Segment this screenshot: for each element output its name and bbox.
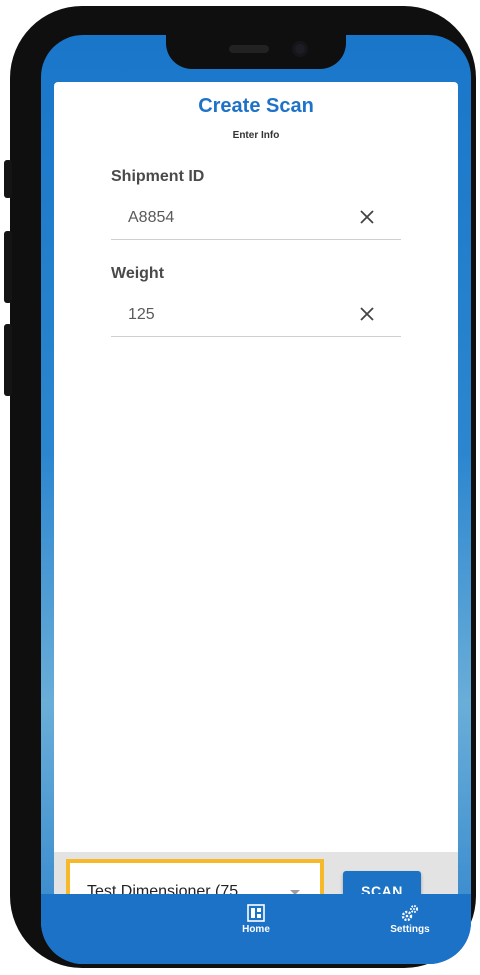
nav-item-home[interactable]: Home (216, 904, 296, 935)
shipment-id-field[interactable]: A8854 (111, 199, 401, 240)
front-camera (292, 41, 308, 57)
clear-shipment-id-icon[interactable] (357, 207, 377, 227)
nav-item-settings[interactable]: Settings (370, 904, 450, 935)
create-scan-card: Create Scan Enter Info Shipment ID A8854… (54, 82, 458, 942)
side-button-mute (4, 160, 12, 198)
home-grid-icon (247, 904, 265, 922)
weight-label: Weight (111, 265, 165, 282)
page-title: Create Scan (198, 95, 314, 117)
phone-frame: Create Scan Enter Info Shipment ID A8854… (4, 6, 476, 968)
bottom-nav: Home Settings (41, 894, 471, 964)
clear-weight-icon[interactable] (357, 304, 377, 324)
notch (166, 35, 346, 69)
gears-icon (401, 905, 418, 922)
weight-field[interactable]: 125 (111, 296, 401, 337)
speaker-grille (229, 45, 269, 53)
page-subtitle: Enter Info (232, 130, 280, 141)
weight-value[interactable]: 125 (128, 306, 155, 324)
nav-settings-label: Settings (390, 924, 430, 935)
shipment-id-label: Shipment ID (111, 168, 205, 185)
side-button-volume-up (4, 231, 12, 303)
shipment-id-value[interactable]: A8854 (128, 209, 174, 227)
side-button-volume-down (4, 324, 12, 396)
screen: Create Scan Enter Info Shipment ID A8854… (41, 35, 471, 964)
nav-home-label: Home (242, 924, 270, 935)
